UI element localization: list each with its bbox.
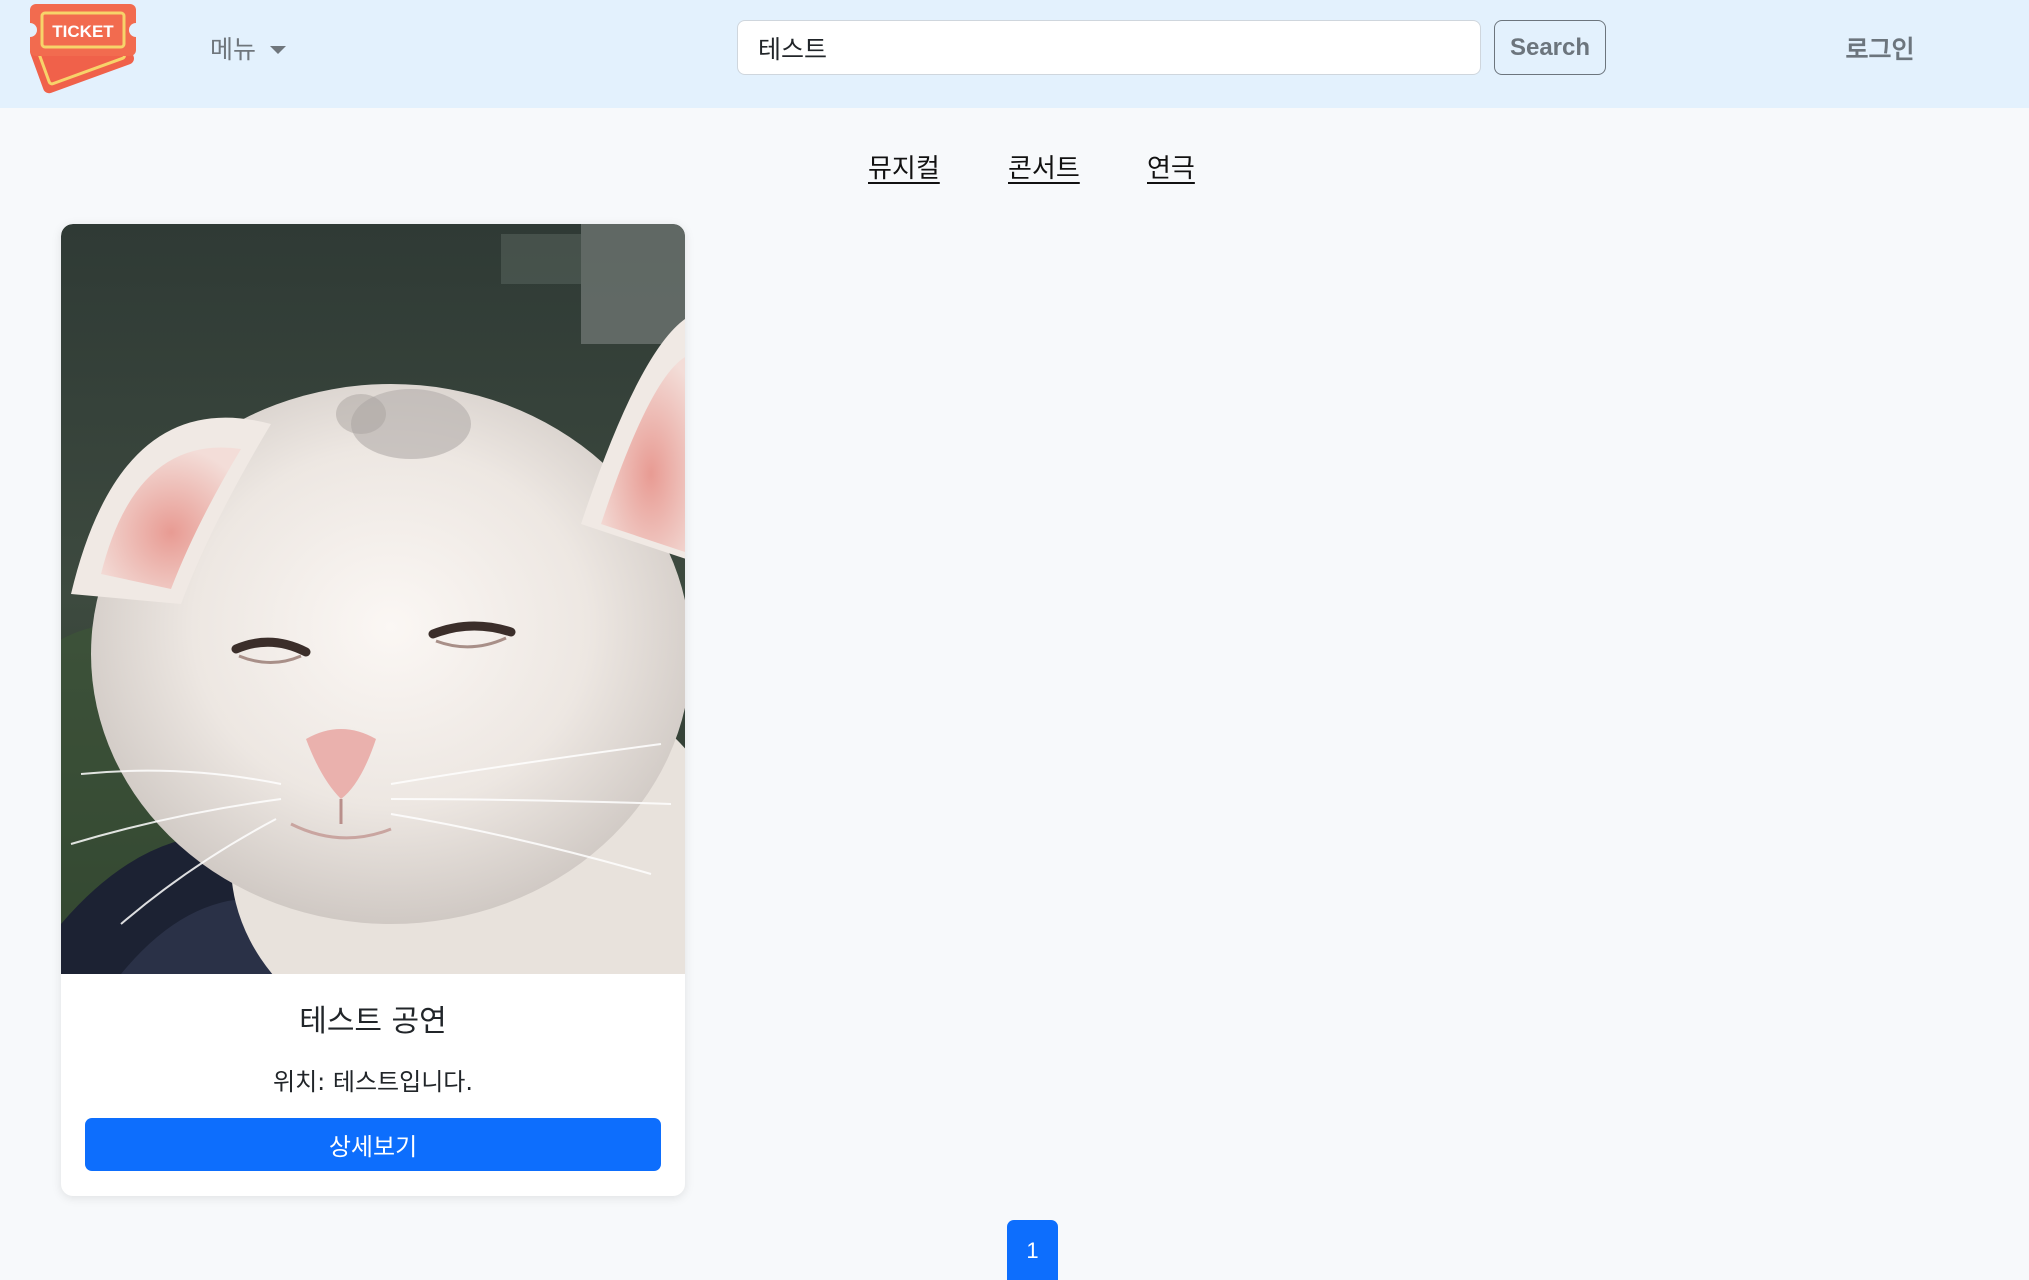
search-input[interactable] <box>737 20 1481 75</box>
view-details-button[interactable]: 상세보기 <box>85 1118 661 1171</box>
category-nav: 뮤지컬 콘서트 연극 <box>0 148 2029 188</box>
ticket-logo-icon: TICKET <box>23 4 143 94</box>
ticket-logo[interactable]: TICKET <box>20 0 145 96</box>
menu-label: 메뉴 <box>210 35 257 64</box>
top-navbar: TICKET 메뉴 Search 로그인 <box>0 0 2029 108</box>
performance-poster-image <box>61 224 685 974</box>
category-link-musical[interactable]: 뮤지컬 <box>868 148 940 185</box>
search-button[interactable]: Search <box>1494 20 1606 75</box>
menu-dropdown-toggle[interactable]: 메뉴 <box>210 28 287 68</box>
performance-title: 테스트 공연 <box>299 1004 447 1039</box>
logo-text: TICKET <box>52 22 114 41</box>
performance-card: 테스트 공연 위치: 테스트입니다. 상세보기 <box>61 224 685 1196</box>
pagination-page-1[interactable]: 1 <box>1007 1220 1058 1280</box>
category-link-concert[interactable]: 콘서트 <box>1008 148 1080 185</box>
login-link[interactable]: 로그인 <box>1825 30 1935 66</box>
kitten-photo <box>61 224 685 974</box>
caret-down-icon <box>270 45 287 54</box>
performance-location: 위치: 테스트입니다. <box>273 1068 473 1096</box>
category-link-play[interactable]: 연극 <box>1147 148 1195 185</box>
